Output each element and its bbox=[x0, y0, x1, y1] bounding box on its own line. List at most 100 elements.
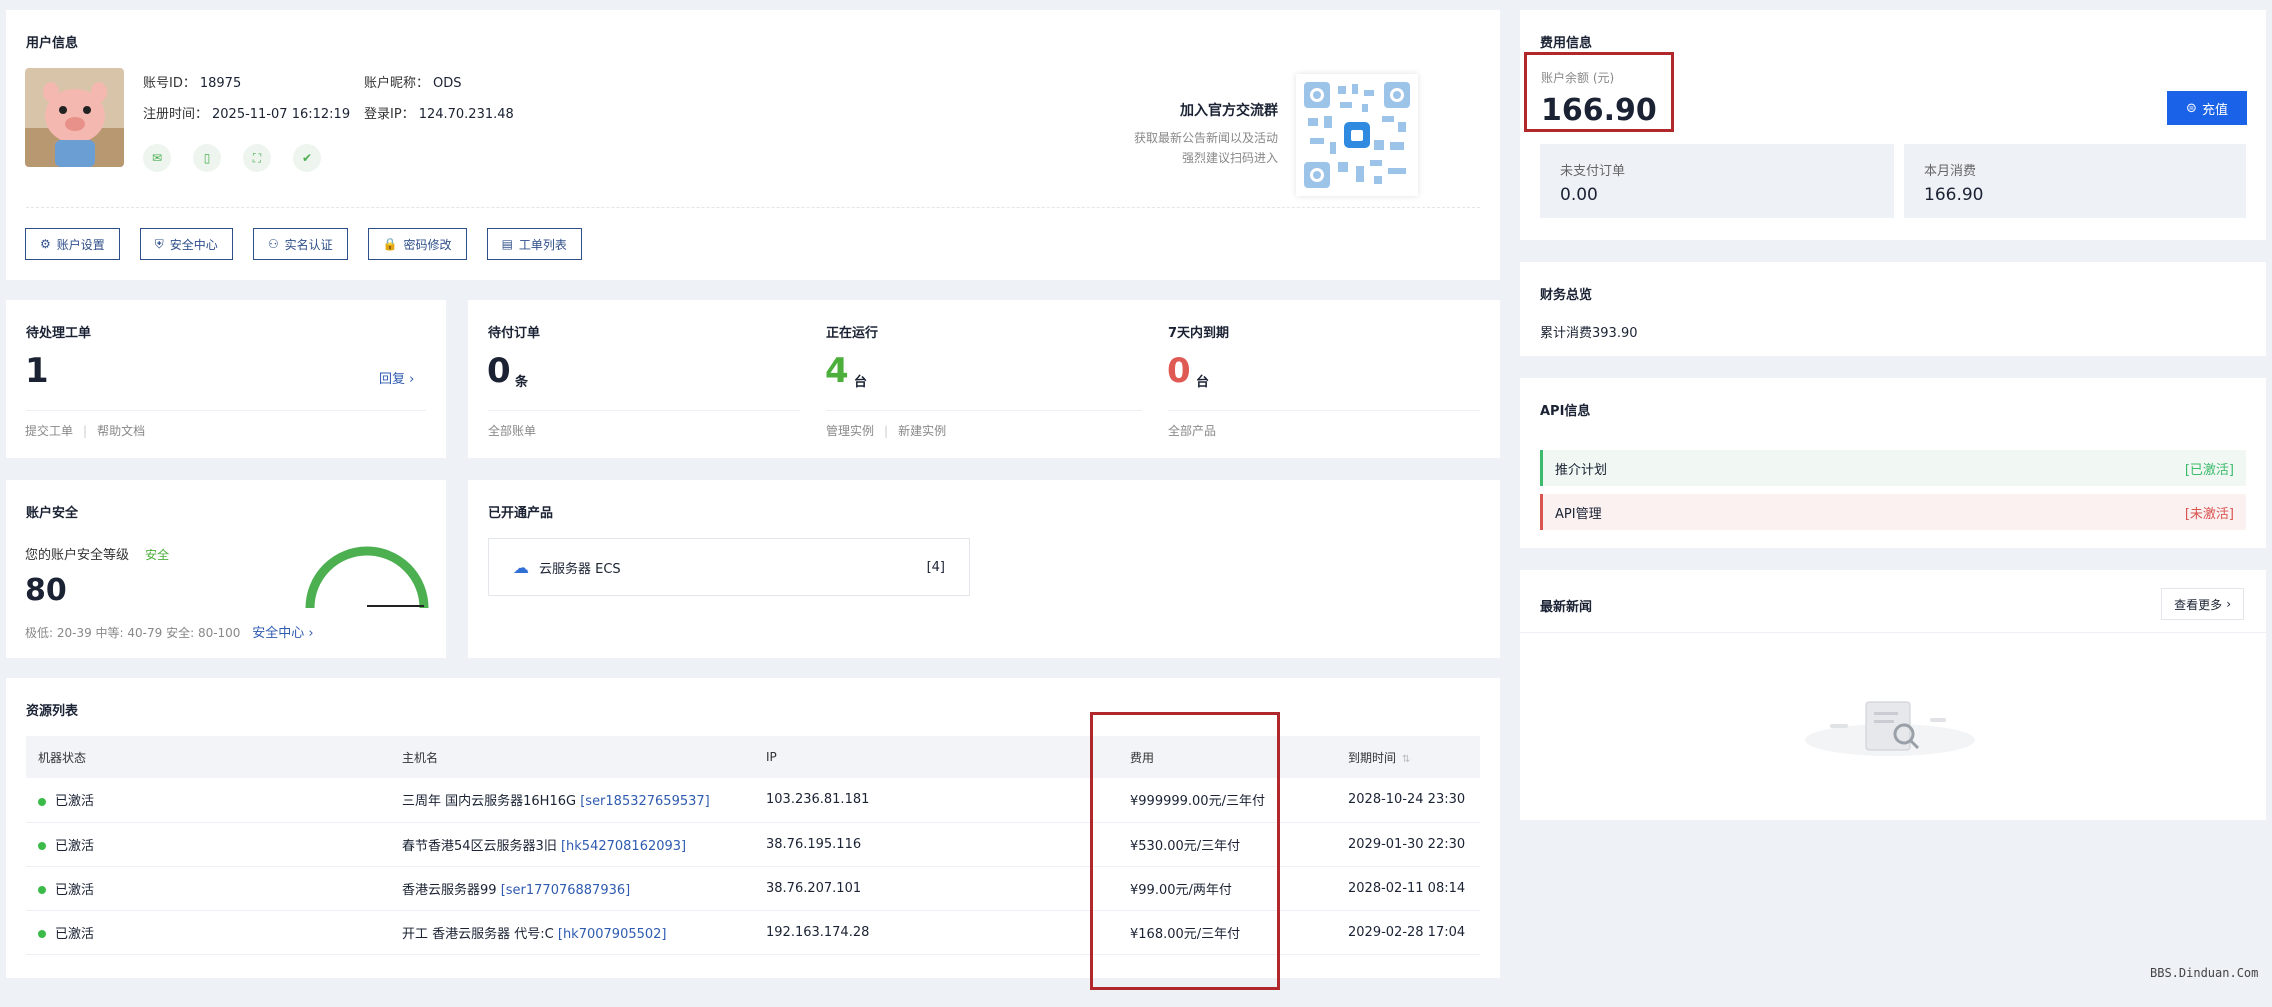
security-score: 80 bbox=[25, 573, 67, 608]
row-host: 春节香港54区云服务器3旧 [hk542708162093] bbox=[390, 822, 754, 867]
submit-ticket-link[interactable]: 提交工单 bbox=[25, 424, 73, 438]
column-header-ip: IP bbox=[754, 736, 1118, 778]
running-title: 正在运行 bbox=[826, 326, 879, 341]
unpaid-value: 0.00 bbox=[1560, 185, 1598, 205]
expiring-unit: 台 bbox=[1196, 375, 1210, 390]
chevron-right-icon: › bbox=[2226, 597, 2231, 611]
billing-card: 费用信息 账户余额 (元) 166.90 ⊜ 充值 未支付订单 0.00 本月消费… bbox=[1520, 10, 2266, 240]
security-gauge bbox=[305, 546, 429, 609]
change-password-button[interactable]: 🔒 密码修改 bbox=[367, 228, 467, 260]
product-count: [4] bbox=[926, 559, 945, 575]
column-header-expire[interactable]: 到期时间 ⇅ bbox=[1336, 736, 1480, 778]
finance-title: 财务总览 bbox=[1540, 288, 1593, 303]
resource-list-card: 资源列表 机器状态 主机名 IP 费用 到期时间 ⇅ 已激活 三周年 国内云服务器1… bbox=[6, 678, 1500, 978]
products-title: 已开通产品 bbox=[488, 506, 554, 521]
view-more-button[interactable]: 查看更多 › bbox=[2161, 588, 2244, 620]
status-dot bbox=[38, 842, 46, 850]
row-fee: ¥168.00元/三年付 bbox=[1118, 910, 1336, 955]
expiring-title: 7天内到期 bbox=[1168, 326, 1230, 341]
balance-value: 166.90 bbox=[1541, 93, 1657, 128]
status-badge: [已激活] bbox=[2184, 462, 2234, 478]
watermark: BBS.Dinduan.Com bbox=[2150, 966, 2259, 980]
pending-orders-title: 待付订单 bbox=[488, 326, 541, 341]
account-id: 账号ID： 18975 bbox=[143, 76, 242, 91]
balance-label: 账户余额 (元) bbox=[1541, 71, 1615, 85]
resource-table: 机器状态 主机名 IP 费用 到期时间 ⇅ 已激活 三周年 国内云服务器16H16G… bbox=[26, 736, 1480, 955]
table-row[interactable]: 已激活 香港云服务器99 [ser177076887936] 38.76.207.1… bbox=[26, 866, 1480, 911]
finance-card: 财务总览 累计消费393.90 bbox=[1520, 262, 2266, 356]
running-count: 4 bbox=[825, 351, 849, 391]
api-card: API信息 推介计划 [已激活] API管理 [未激活] bbox=[1520, 378, 2266, 548]
all-products-link[interactable]: 全部产品 bbox=[1168, 422, 1216, 439]
shield-icon: ⛨ bbox=[154, 236, 164, 251]
row-fee: ¥99.00元/两年付 bbox=[1118, 866, 1336, 911]
row-ip: 38.76.207.101 bbox=[754, 866, 1118, 911]
scan-verify-icon[interactable]: ⛶ bbox=[243, 144, 271, 172]
month-spend-value: 166.90 bbox=[1924, 185, 1984, 205]
row-host: 开工 香港云服务器 代号:C [hk7007905502] bbox=[390, 910, 754, 955]
unpaid-label: 未支付订单 bbox=[1560, 164, 1626, 179]
table-row[interactable]: 已激活 春节香港54区云服务器3旧 [hk542708162093] 38.76.1… bbox=[26, 822, 1480, 867]
balance-highlight: 账户余额 (元) 166.90 bbox=[1524, 52, 1674, 132]
status-dot bbox=[38, 886, 46, 894]
security-center-link[interactable]: 安全中心 › bbox=[252, 626, 313, 641]
column-header-status: 机器状态 bbox=[26, 736, 390, 778]
wechat-verify-icon[interactable]: ✔ bbox=[293, 144, 321, 172]
row-host: 香港云服务器99 [ser177076887936] bbox=[390, 866, 754, 911]
total-spend: 累计消费393.90 bbox=[1540, 326, 1638, 341]
api-item-referral[interactable]: 推介计划 [已激活] bbox=[1540, 450, 2246, 486]
row-expire: 2028-10-24 23:30 bbox=[1336, 778, 1480, 823]
product-name: 云服务器 ECS bbox=[539, 561, 621, 577]
host-code-link[interactable]: [ser177076887936] bbox=[501, 883, 631, 898]
security-title: 账户安全 bbox=[26, 506, 79, 521]
manage-instances-link[interactable]: 管理实例 bbox=[826, 424, 874, 438]
api-item-management[interactable]: API管理 [未激活] bbox=[1540, 494, 2246, 530]
all-bills-link[interactable]: 全部账单 bbox=[488, 422, 536, 439]
row-status: 已激活 bbox=[26, 778, 390, 823]
avatar[interactable] bbox=[25, 68, 124, 167]
recharge-icon: ⊜ bbox=[2186, 100, 2197, 116]
ticket-count: 1 bbox=[25, 351, 49, 391]
expiring-count: 0 bbox=[1167, 351, 1191, 391]
billing-title: 费用信息 bbox=[1540, 36, 1593, 51]
running-unit: 台 bbox=[854, 375, 868, 390]
month-spend-label: 本月消费 bbox=[1924, 164, 1977, 179]
email-verify-icon[interactable]: ✉ bbox=[143, 144, 171, 172]
api-title: API信息 bbox=[1540, 404, 1591, 419]
phone-verify-icon[interactable]: ▯ bbox=[193, 144, 221, 172]
row-expire: 2029-02-28 17:04 bbox=[1336, 910, 1480, 955]
row-status: 已激活 bbox=[26, 910, 390, 955]
sort-icon[interactable]: ⇅ bbox=[1402, 754, 1410, 765]
host-code-link[interactable]: [hk542708162093] bbox=[561, 839, 686, 854]
unpaid-orders-box: 未支付订单 0.00 bbox=[1540, 144, 1894, 218]
orders-card: 待付订单 0 条 全部账单 正在运行 4 台 管理实例 | 新建实例 7天内到期 0… bbox=[468, 300, 1500, 458]
ticket-icon: ▤ bbox=[501, 237, 513, 251]
join-group-title: 加入官方交流群 bbox=[1180, 103, 1278, 119]
new-instance-link[interactable]: 新建实例 bbox=[898, 424, 946, 438]
real-name-button[interactable]: ⚇ 实名认证 bbox=[252, 228, 348, 260]
chevron-right-icon: › bbox=[409, 372, 415, 387]
account-settings-button[interactable]: ⚙ 账户设置 bbox=[25, 228, 120, 260]
row-fee: ¥530.00元/三年付 bbox=[1118, 822, 1336, 867]
row-status: 已激活 bbox=[26, 866, 390, 911]
join-group-subtitle: 获取最新公告新闻以及活动 强烈建议扫码进入 bbox=[1133, 131, 1278, 165]
host-code-link[interactable]: [ser185327659537] bbox=[580, 794, 710, 809]
host-code-link[interactable]: [hk7007905502] bbox=[558, 927, 667, 942]
security-center-button[interactable]: ⛨ 安全中心 bbox=[139, 228, 233, 260]
status-dot bbox=[38, 930, 46, 938]
column-header-fee: 费用 bbox=[1118, 736, 1336, 778]
user-info-card: 用户信息 账号ID： 18975 账户昵称： ODS 注册时间： 2025-11-07… bbox=[6, 10, 1500, 280]
recharge-button[interactable]: ⊜ 充值 bbox=[2167, 91, 2247, 125]
product-ecs[interactable]: ☁ 云服务器 ECS [4] bbox=[488, 538, 970, 596]
user-icon: ⚇ bbox=[267, 237, 279, 251]
table-row[interactable]: 已激活 三周年 国内云服务器16H16G [ser185327659537] 103… bbox=[26, 778, 1480, 823]
status-badge: [未激活] bbox=[2184, 506, 2234, 522]
reply-link[interactable]: 回复 › bbox=[379, 368, 414, 387]
help-docs-link[interactable]: 帮助文档 bbox=[97, 424, 145, 438]
ticket-list-button[interactable]: ▤ 工单列表 bbox=[486, 228, 582, 260]
account-nickname: 账户昵称： ODS bbox=[364, 76, 462, 91]
row-status: 已激活 bbox=[26, 822, 390, 867]
table-row[interactable]: 已激活 开工 香港云服务器 代号:C [hk7007905502] 192.163.… bbox=[26, 910, 1480, 955]
news-card: 最新新闻 查看更多 › bbox=[1520, 570, 2266, 820]
row-expire: 2028-02-11 08:14 bbox=[1336, 866, 1480, 911]
